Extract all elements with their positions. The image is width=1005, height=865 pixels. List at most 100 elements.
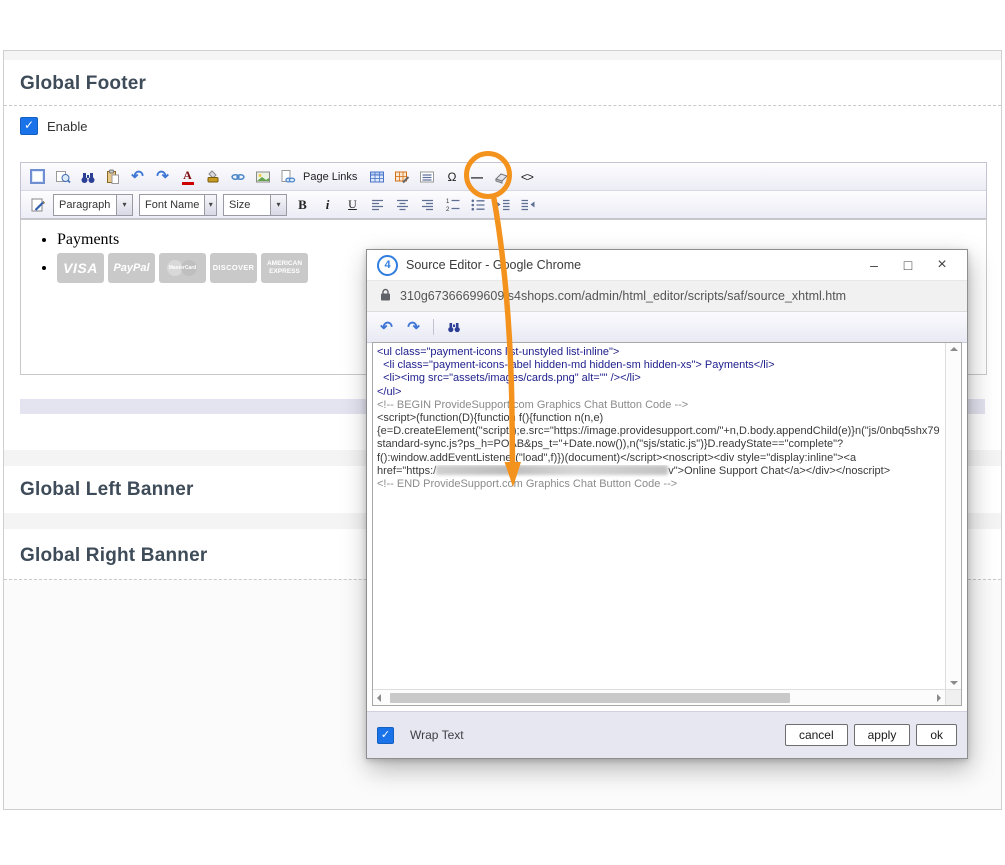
dialog-footer: ✓ Wrap Text cancel apply ok — [367, 711, 967, 758]
payments-list-label: Payments — [57, 231, 986, 249]
chrome-tab-badge: 4 — [377, 255, 398, 276]
find-icon[interactable] — [444, 318, 463, 337]
global-right-banner-title: Global Right Banner — [20, 545, 207, 567]
bullet-list-icon[interactable] — [468, 195, 487, 214]
align-left-icon[interactable] — [368, 195, 387, 214]
scroll-up-icon[interactable] — [950, 347, 958, 351]
outdent-icon[interactable] — [518, 195, 537, 214]
code-line: </ul> — [377, 386, 941, 399]
numbered-list-icon[interactable]: 12 — [443, 195, 462, 214]
paragraph-select[interactable]: Paragraph▾ — [53, 194, 133, 216]
source-code-text[interactable]: <ul class="payment-icons list-unstyled l… — [373, 343, 945, 689]
insert-table-icon[interactable] — [367, 167, 386, 186]
redo-icon[interactable]: ↷ — [404, 318, 423, 337]
card-top-strip — [4, 51, 1001, 60]
highlight-color-icon[interactable] — [203, 167, 222, 186]
align-right-icon[interactable] — [418, 195, 437, 214]
visa-card-image: VISA — [57, 253, 104, 283]
redacted-url-blur — [436, 465, 668, 475]
chevron-down-icon[interactable]: ▾ — [270, 195, 286, 215]
page-links-icon[interactable] — [278, 167, 297, 186]
apply-button[interactable]: apply — [854, 724, 911, 746]
edit-html-icon[interactable] — [28, 195, 47, 214]
code-comment-line: <!-- END ProvideSupport.com Graphics Cha… — [377, 478, 941, 491]
italic-icon[interactable]: i — [318, 195, 337, 214]
enable-label: Enable — [47, 119, 87, 134]
eraser-icon[interactable] — [492, 167, 511, 186]
font-color-icon[interactable]: A — [178, 167, 197, 186]
code-line: <ul class="payment-icons list-unstyled l… — [377, 346, 941, 359]
code-line: {e=D.createElement("script");e.src="http… — [377, 425, 941, 438]
dialog-buttons: cancel apply ok — [785, 724, 957, 746]
section-divider — [4, 105, 1001, 106]
align-center-icon[interactable] — [393, 195, 412, 214]
underline-icon[interactable]: U — [343, 195, 362, 214]
ok-button[interactable]: ok — [916, 724, 957, 746]
scroll-left-icon[interactable] — [377, 694, 381, 702]
cancel-button[interactable]: cancel — [785, 724, 848, 746]
maximize-icon[interactable]: □ — [893, 254, 923, 276]
redo-icon[interactable]: ↷ — [153, 167, 172, 186]
discover-card-image: DISCOVER — [210, 253, 257, 283]
undo-icon[interactable]: ↶ — [377, 318, 396, 337]
editor-toolbar-row1: ↶ ↷ A Page Links — [21, 163, 986, 190]
font-size-select[interactable]: Size▾ — [223, 194, 287, 216]
image-icon[interactable] — [253, 167, 272, 186]
window-title: Source Editor - Google Chrome — [406, 258, 581, 272]
vertical-scrollbar[interactable] — [945, 343, 961, 689]
undo-icon[interactable]: ↶ — [128, 167, 147, 186]
chevron-down-icon[interactable]: ▾ — [116, 195, 132, 215]
toolbar-separator — [433, 319, 434, 335]
address-bar: 310g67366699609.s4shops.com/admin/html_e… — [367, 280, 967, 312]
source-editor-window: 4 Source Editor - Google Chrome – □ × 31… — [366, 249, 968, 759]
wrap-text-checkbox[interactable]: ✓ — [377, 727, 394, 744]
fullscreen-icon[interactable] — [28, 167, 47, 186]
find-icon[interactable] — [78, 167, 97, 186]
preview-icon[interactable] — [53, 167, 72, 186]
code-comment-line: <!-- BEGIN ProvideSupport.com Graphics C… — [377, 399, 941, 412]
minimize-icon[interactable]: – — [859, 254, 889, 276]
mastercard-card-image: MasterCard — [159, 253, 206, 283]
horizontal-scrollbar[interactable] — [373, 689, 945, 705]
chevron-down-icon[interactable]: ▾ — [204, 195, 216, 215]
paste-icon[interactable] — [103, 167, 122, 186]
close-icon[interactable]: × — [927, 254, 957, 276]
wrap-text-label: Wrap Text — [410, 728, 464, 742]
scrollbar-corner — [945, 689, 961, 705]
lock-icon — [380, 288, 391, 304]
enable-row: ✓ Enable — [20, 117, 87, 135]
code-line: standard-sync.js?ps_h=POAB&ps_t="+Date.n… — [377, 438, 941, 451]
code-line: <li class="payment-icons-label hidden-md… — [377, 359, 941, 372]
paypal-card-image: PayPal — [108, 253, 155, 283]
edit-table-icon[interactable] — [392, 167, 411, 186]
code-line: <li><img src="assets/images/cards.png" a… — [377, 372, 941, 385]
svg-text:2: 2 — [446, 207, 450, 213]
code-line: f():window.addEventListener("load",f)})(… — [377, 452, 941, 465]
editor-toolbar: ↶ ↷ A Page Links — [20, 162, 987, 219]
special-character-icon[interactable]: Ω — [442, 167, 461, 186]
source-code-area[interactable]: <ul class="payment-icons list-unstyled l… — [372, 342, 962, 706]
amex-card-image: AMERICANEXPRESS — [261, 253, 308, 283]
bold-icon[interactable]: B — [293, 195, 312, 214]
code-line: <script>(function(D){function f(){functi… — [377, 412, 941, 425]
font-name-select[interactable]: Font Name▾ — [139, 194, 217, 216]
global-left-banner-title: Global Left Banner — [20, 479, 194, 501]
enable-checkbox[interactable]: ✓ — [20, 117, 38, 135]
global-footer-title: Global Footer — [20, 73, 146, 95]
page-url: 310g67366699609.s4shops.com/admin/html_e… — [400, 289, 846, 303]
indent-icon[interactable] — [493, 195, 512, 214]
cell-properties-icon[interactable] — [417, 167, 436, 186]
scrollbar-thumb[interactable] — [390, 693, 790, 703]
scroll-right-icon[interactable] — [937, 694, 941, 702]
scroll-down-icon[interactable] — [950, 681, 958, 685]
code-line-redacted: href="https:/v">Online Support Chat</a><… — [377, 465, 941, 478]
link-icon[interactable] — [228, 167, 247, 186]
svg-text:1: 1 — [446, 199, 450, 205]
source-code-icon[interactable]: <> — [517, 167, 536, 186]
window-controls: – □ × — [859, 254, 957, 276]
editor-toolbar-row2: Paragraph▾ Font Name▾ Size▾ B i U 12 — [21, 190, 986, 218]
page-links-label[interactable]: Page Links — [303, 171, 357, 183]
window-title-bar[interactable]: 4 Source Editor - Google Chrome – □ × — [367, 250, 967, 280]
horizontal-rule-icon[interactable]: — — [467, 167, 486, 186]
source-editor-toolbar: ↶ ↷ — [367, 312, 967, 343]
